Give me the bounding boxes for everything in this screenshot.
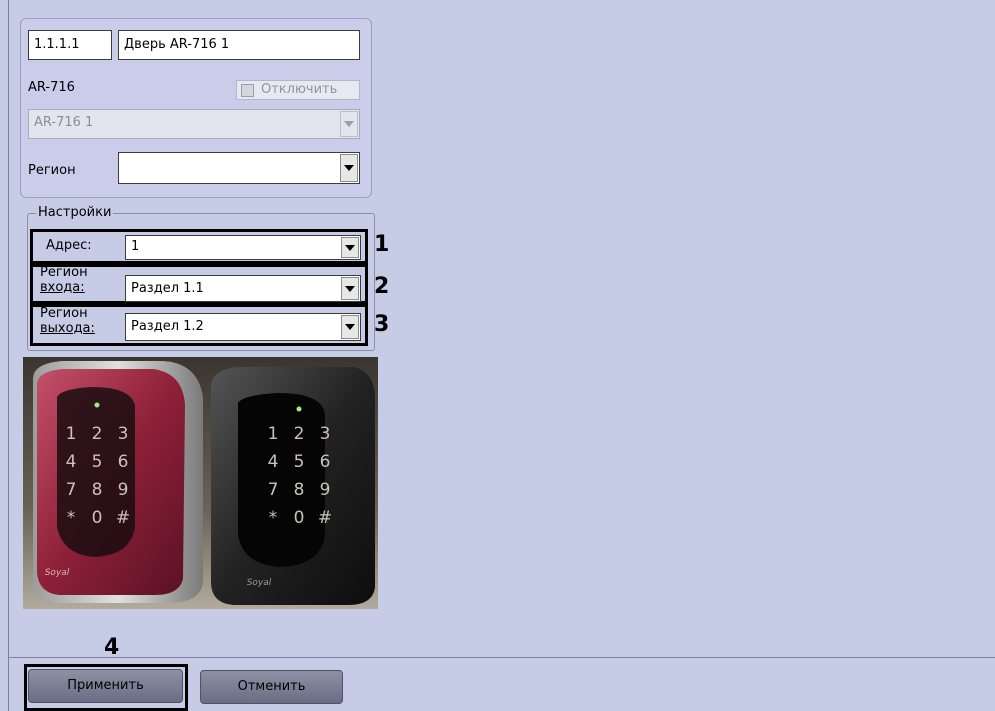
chevron-down-icon[interactable] xyxy=(341,277,359,300)
red-brand-logo: Soyal xyxy=(45,568,70,578)
black-brand-logo: Soyal xyxy=(247,578,272,588)
black-key-0: 0 xyxy=(294,508,305,528)
disable-checkbox[interactable] xyxy=(241,84,254,97)
exit-region-label: Регион выхода: xyxy=(40,306,95,336)
black-key-hash: # xyxy=(318,508,332,528)
disable-label: Отключить xyxy=(261,82,338,97)
footer-divider xyxy=(8,657,995,658)
object-name-field[interactable]: Дверь AR-716 1 xyxy=(118,30,360,60)
exit-region-select-value: Раздел 1.2 xyxy=(131,319,204,334)
left-border xyxy=(8,0,9,711)
device-photo: 1 2 3 4 5 6 7 8 9 * 0 # 1 2 3 4 5 6 7 8 … xyxy=(23,357,378,609)
black-key-2: 2 xyxy=(294,424,305,444)
red-key-5: 5 xyxy=(92,452,103,472)
region-label: Регион xyxy=(28,163,76,178)
address-label: Адрес: xyxy=(46,238,92,253)
black-key-4: 4 xyxy=(268,452,279,472)
black-key-3: 3 xyxy=(320,424,331,444)
entry-region-label-line1: Регион xyxy=(40,265,88,280)
entry-region-select-value: Раздел 1.1 xyxy=(131,281,204,296)
callout-3: 3 xyxy=(374,312,390,337)
red-key-6: 6 xyxy=(118,452,129,472)
exit-region-label-line2: выхода: xyxy=(40,321,95,336)
apply-button[interactable]: Применить xyxy=(28,669,183,703)
model-label: AR-716 xyxy=(28,80,75,95)
chevron-down-icon[interactable] xyxy=(341,315,359,339)
red-key-star: * xyxy=(67,508,76,528)
black-key-8: 8 xyxy=(294,480,305,500)
chevron-down-icon[interactable] xyxy=(341,237,359,258)
address-select-value: 1 xyxy=(131,239,140,254)
red-key-2: 2 xyxy=(92,424,103,444)
cancel-button[interactable]: Отменить xyxy=(200,670,343,704)
entry-region-label: Регион входа: xyxy=(40,265,88,295)
disable-checkbox-wrapper[interactable]: Отключить xyxy=(236,80,360,100)
black-key-9: 9 xyxy=(320,480,331,500)
exit-region-select[interactable]: Раздел 1.2 xyxy=(125,313,361,341)
red-key-7: 7 xyxy=(66,480,77,500)
callout-2: 2 xyxy=(374,274,390,299)
entry-region-select[interactable]: Раздел 1.1 xyxy=(125,275,361,302)
black-key-5: 5 xyxy=(294,452,305,472)
reader-select-value: AR-716 1 xyxy=(34,115,94,130)
reader-select[interactable]: AR-716 1 xyxy=(28,109,360,139)
black-key-6: 6 xyxy=(320,452,331,472)
red-key-8: 8 xyxy=(92,480,103,500)
region-select[interactable] xyxy=(118,152,360,184)
callout-4: 4 xyxy=(104,635,120,660)
red-key-9: 9 xyxy=(118,480,129,500)
chevron-down-icon[interactable] xyxy=(340,154,358,182)
black-key-1: 1 xyxy=(268,424,279,444)
red-key-hash: # xyxy=(116,508,130,528)
exit-region-label-line1: Регион xyxy=(40,306,88,321)
chevron-down-icon[interactable] xyxy=(340,111,358,137)
red-key-4: 4 xyxy=(66,452,77,472)
object-id-field[interactable]: 1.1.1.1 xyxy=(28,30,112,60)
red-key-3: 3 xyxy=(118,424,129,444)
address-select[interactable]: 1 xyxy=(125,235,361,260)
black-key-star: * xyxy=(269,508,278,528)
black-key-7: 7 xyxy=(268,480,279,500)
settings-title: Настройки xyxy=(36,204,114,222)
callout-1: 1 xyxy=(374,232,390,257)
entry-region-label-line2: входа: xyxy=(40,280,85,295)
red-key-1: 1 xyxy=(66,424,77,444)
red-key-0: 0 xyxy=(92,508,103,528)
